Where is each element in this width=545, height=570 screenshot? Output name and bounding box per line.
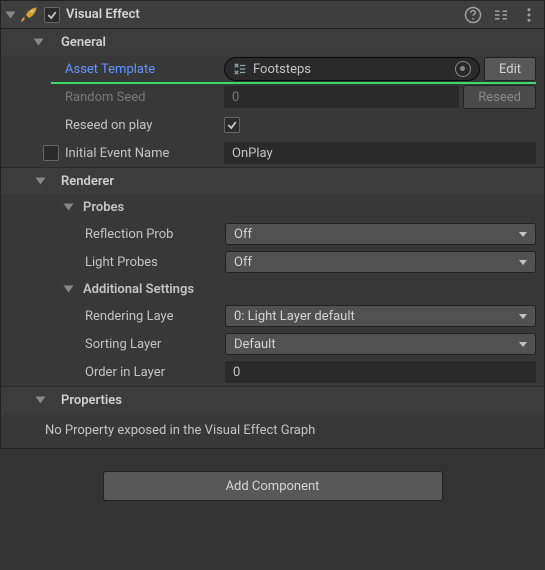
- sorting-layer-dropdown[interactable]: Default: [225, 333, 536, 355]
- row-initial-event: Initial Event Name: [1, 139, 544, 167]
- row-sorting-layer: Sorting Layer Default: [1, 330, 544, 358]
- foldout-icon[interactable]: [64, 204, 74, 211]
- section-properties: Properties No Property exposed in the Vi…: [1, 387, 544, 448]
- section-title: Renderer: [61, 174, 114, 189]
- rendering-layer-dropdown[interactable]: 0: Light Layer default: [225, 305, 536, 327]
- random-seed-label: Random Seed: [65, 90, 220, 105]
- asset-template-field[interactable]: Footsteps: [224, 57, 480, 81]
- vfx-asset-icon: [233, 62, 247, 76]
- object-picker-icon[interactable]: [455, 61, 471, 77]
- reflection-label: Reflection Prob: [85, 227, 221, 242]
- row-reseed-on-play: Reseed on play: [1, 111, 544, 139]
- row-order-in-layer: Order in Layer: [1, 358, 544, 386]
- light-probes-label: Light Probes: [85, 255, 221, 270]
- help-icon[interactable]: [464, 6, 482, 24]
- row-asset-template: Asset Template Footsteps Edit: [1, 55, 544, 83]
- row-rendering-layer: Rendering Laye 0: Light Layer default: [1, 302, 544, 330]
- footer: Add Component: [0, 449, 545, 523]
- light-probes-dropdown[interactable]: Off: [225, 251, 536, 273]
- reseed-on-play-label: Reseed on play: [65, 118, 220, 133]
- section-title: General: [61, 35, 106, 50]
- section-header-properties[interactable]: Properties: [1, 387, 544, 413]
- presets-icon[interactable]: [492, 6, 510, 24]
- order-in-layer-input[interactable]: [225, 361, 536, 383]
- properties-empty-message: No Property exposed in the Visual Effect…: [1, 413, 544, 448]
- section-header-renderer[interactable]: Renderer: [1, 168, 544, 194]
- foldout-icon[interactable]: [34, 39, 44, 46]
- sorting-layer-label: Sorting Layer: [85, 337, 221, 352]
- initial-event-label: Initial Event Name: [65, 146, 220, 161]
- section-header-general[interactable]: General: [1, 29, 544, 55]
- asset-template-label[interactable]: Asset Template: [65, 62, 220, 77]
- initial-event-input[interactable]: [224, 142, 536, 164]
- foldout-icon[interactable]: [36, 397, 46, 404]
- order-in-layer-label: Order in Layer: [85, 365, 221, 380]
- row-random-seed: Random Seed Reseed: [1, 83, 544, 111]
- reflection-dropdown[interactable]: Off: [225, 223, 536, 245]
- foldout-icon[interactable]: [6, 11, 16, 18]
- initial-event-enable-checkbox[interactable]: [43, 145, 59, 161]
- subsection-probes[interactable]: Probes: [1, 194, 544, 220]
- component-header: Visual Effect: [1, 1, 544, 29]
- foldout-icon[interactable]: [64, 286, 74, 293]
- row-reflection-probes: Reflection Prob Off: [1, 220, 544, 248]
- component-title: Visual Effect: [66, 7, 458, 22]
- edit-button[interactable]: Edit: [484, 57, 536, 81]
- rendering-layer-label: Rendering Laye: [85, 309, 221, 324]
- subsection-title: Probes: [83, 200, 124, 215]
- add-component-button[interactable]: Add Component: [103, 471, 443, 501]
- asset-template-value: Footsteps: [253, 62, 449, 77]
- section-title: Properties: [61, 393, 122, 408]
- enable-checkbox[interactable]: [44, 7, 60, 23]
- subsection-additional[interactable]: Additional Settings: [1, 276, 544, 302]
- reseed-button[interactable]: Reseed: [463, 85, 536, 109]
- foldout-icon[interactable]: [36, 178, 46, 185]
- subsection-title: Additional Settings: [83, 282, 194, 297]
- reseed-on-play-checkbox[interactable]: [224, 117, 240, 133]
- section-general: General Asset Template Footsteps Edit Ra…: [1, 29, 544, 168]
- section-renderer: Renderer Probes Reflection Prob Off Ligh…: [1, 168, 544, 387]
- random-seed-input[interactable]: [224, 86, 459, 108]
- menu-icon[interactable]: [520, 6, 538, 24]
- row-light-probes: Light Probes Off: [1, 248, 544, 276]
- vfx-icon: [20, 6, 38, 24]
